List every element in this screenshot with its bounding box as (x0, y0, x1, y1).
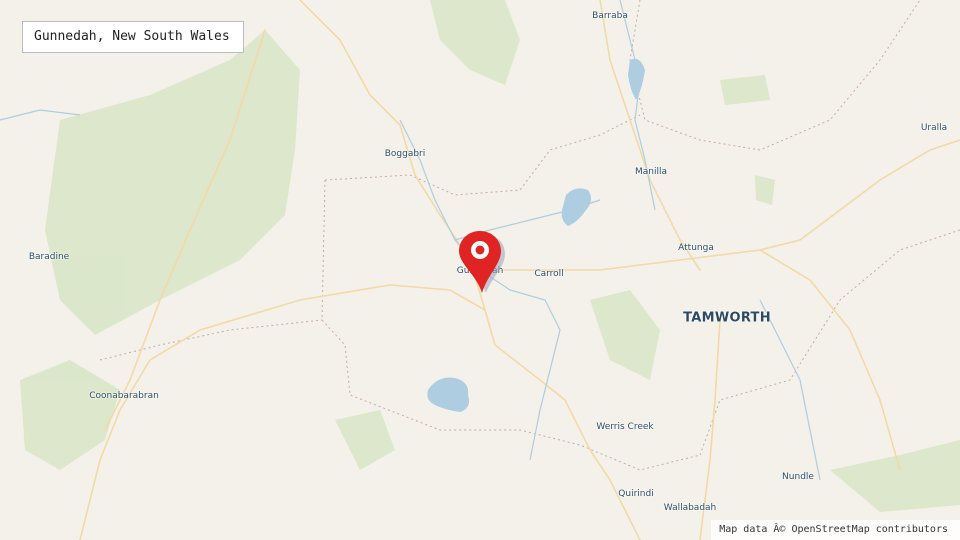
place-label-barraba: Barraba (592, 11, 628, 21)
location-pin-icon[interactable] (458, 229, 508, 295)
place-label-werris-creek: Werris Creek (596, 422, 654, 432)
place-label-boggabri: Boggabri (384, 149, 426, 159)
place-label-wallabadah: Wallabadah (663, 503, 717, 513)
attribution-text: Map data Â© OpenStreetMap contributors (719, 524, 948, 535)
place-label-tamworth: TAMWORTH (683, 310, 771, 326)
map-attribution[interactable]: Map data Â© OpenStreetMap contributors (711, 520, 960, 540)
place-label-coonabarabran: Coonabarabran (89, 391, 159, 401)
place-label-uralla: Uralla (920, 123, 948, 133)
place-label-baradine: Baradine (28, 252, 70, 262)
place-label-attunga: Attunga (678, 243, 714, 253)
place-label-quirindi: Quirindi (618, 489, 654, 499)
place-label-manilla: Manilla (634, 167, 668, 177)
location-title-box: Gunnedah, New South Wales (22, 21, 244, 53)
location-title: Gunnedah, New South Wales (34, 29, 230, 44)
place-label-nundle: Nundle (782, 472, 814, 482)
place-label-carroll: Carroll (534, 269, 564, 279)
